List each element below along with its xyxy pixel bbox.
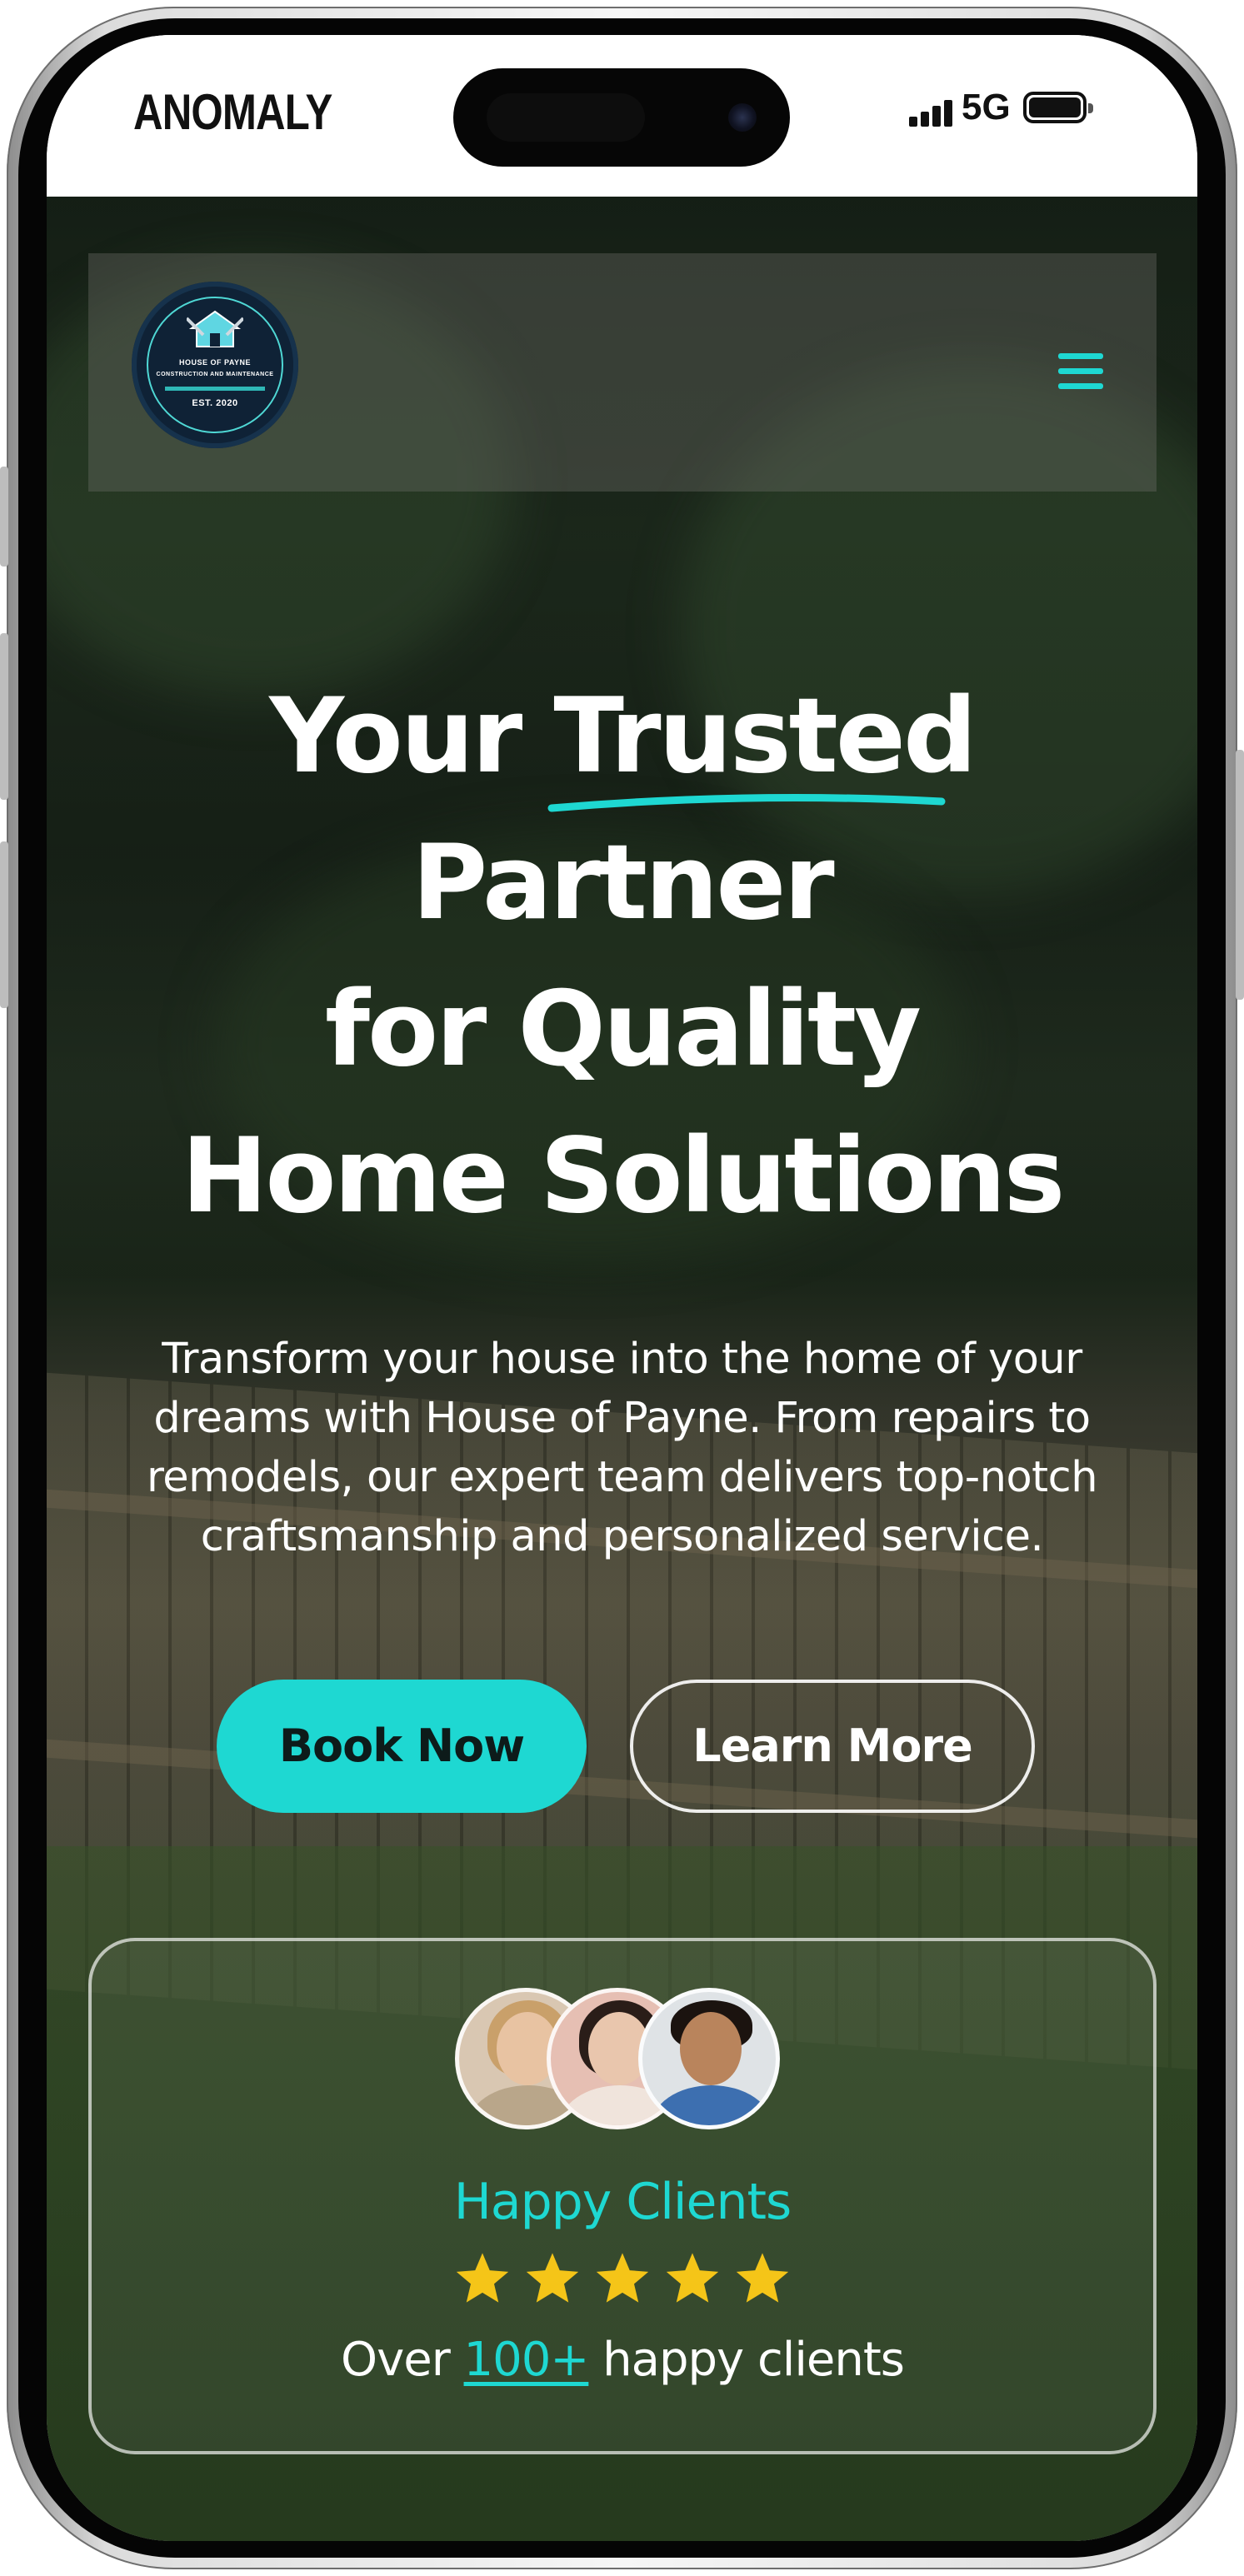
count-value-link[interactable]: 100+ [464, 2333, 590, 2387]
company-logo[interactable]: HOUSE OF PAYNE CONSTRUCTION AND MAINTENA… [132, 282, 298, 448]
happy-clients-count: Over 100+ happy clients [92, 2333, 1153, 2387]
hero-description: Transform your house into the home of yo… [146, 1335, 1098, 1561]
volume-down-button [0, 841, 8, 1008]
power-button [1236, 750, 1244, 1000]
logo-divider [165, 387, 265, 391]
carrier-label: ANOMALY [133, 84, 332, 140]
dynamic-island [453, 68, 790, 167]
status-bar: ANOMALY 5G [47, 35, 1197, 197]
learn-more-button[interactable]: Learn More [630, 1680, 1035, 1813]
star-icon [736, 2253, 789, 2303]
headline-line: Home Solutions [181, 1116, 1066, 1236]
hero-headline: Your Trusted Partner for Quality Home So… [47, 663, 1197, 1250]
network-type-label: 5G [962, 87, 1011, 127]
logo-established-text: EST. 2020 [192, 398, 238, 408]
count-suffix: happy clients [602, 2333, 905, 2387]
volume-up-button [0, 633, 8, 800]
count-prefix: Over [341, 2333, 451, 2387]
phone-screen: ANOMALY 5G HOUSE OF PAYNE CONSTRUCTION A… [47, 35, 1197, 2541]
happy-clients-title: Happy Clients [453, 2173, 792, 2231]
hamburger-menu-icon[interactable] [1058, 353, 1103, 390]
star-rating [92, 2249, 1153, 2308]
client-avatar [638, 1988, 780, 2129]
happy-clients-card: Happy Clients Over 100+ happy clients [88, 1938, 1157, 2454]
logo-brand-text: HOUSE OF PAYNE [178, 358, 252, 367]
signal-strength-icon [909, 98, 952, 127]
battery-cap [1088, 103, 1093, 113]
site-header: HOUSE OF PAYNE CONSTRUCTION AND MAINTENA… [88, 253, 1157, 492]
star-icon [526, 2253, 579, 2303]
battery-icon [1023, 92, 1093, 123]
star-icon [666, 2253, 719, 2303]
star-icon [456, 2253, 509, 2303]
hero-section: HOUSE OF PAYNE CONSTRUCTION AND MAINTENA… [47, 197, 1197, 2541]
book-now-button[interactable]: Book Now [217, 1680, 587, 1813]
front-camera-icon [728, 103, 757, 132]
star-icon [596, 2253, 649, 2303]
headline-line: Partner [412, 823, 834, 943]
headline-line: for Quality [325, 970, 922, 1090]
sensor-housing [487, 93, 645, 142]
action-button [0, 467, 8, 567]
logo-tagline-text: CONSTRUCTION AND MAINTENANCE [156, 372, 274, 377]
battery-fill [1029, 97, 1081, 117]
house-tools-icon [187, 310, 243, 347]
headline-underline-accent [547, 794, 946, 812]
